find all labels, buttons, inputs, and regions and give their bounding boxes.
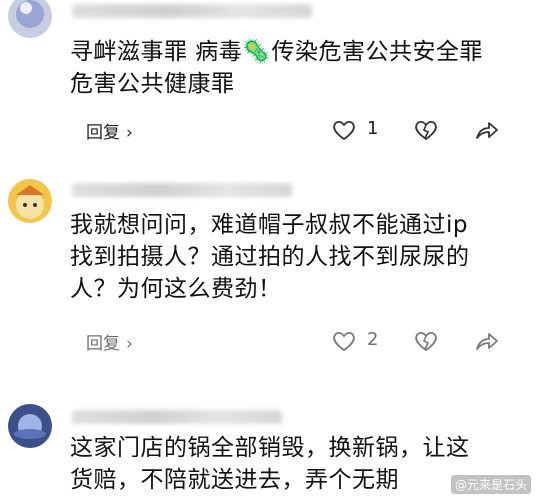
- avatar-image: [8, 404, 52, 448]
- like-heart-icon[interactable]: [330, 116, 358, 144]
- comment-text: 我就想问问，难道帽子叔叔不能通过ip 找到拍摄人？通过拍的人找不到尿尿的 人？为…: [70, 209, 525, 305]
- username-blurred: [72, 4, 312, 18]
- username-blurred: [72, 410, 282, 424]
- avatar-image: [8, 179, 52, 223]
- comment-line: 我就想问问，难道帽子叔叔不能通过ip: [70, 212, 468, 238]
- comment-line: 危害公共健康罪: [70, 71, 235, 97]
- reply-button[interactable]: 回复 ›: [86, 118, 133, 143]
- share-icon[interactable]: [472, 116, 500, 144]
- action-row: 回复 › 1: [70, 116, 510, 146]
- comment-text: 寻衅滋事罪 病毒🦠传染危害公共安全罪 危害公共健康罪: [70, 36, 525, 100]
- reply-label: 回复: [86, 123, 120, 143]
- like-count: 1: [367, 118, 379, 139]
- avatar[interactable]: [8, 404, 52, 448]
- chevron-right-icon: ›: [126, 123, 133, 143]
- comment-line: 这家门店的锅全部销毁，换新锅，让这: [70, 435, 470, 461]
- blur-overlay: [0, 318, 537, 362]
- comment-line: 找到拍摄人？通过拍的人找不到尿尿的: [70, 244, 470, 270]
- avatar[interactable]: [8, 179, 52, 223]
- broken-heart-icon[interactable]: [412, 116, 440, 144]
- username-blurred: [72, 183, 292, 197]
- comment-line: 人？为何这么费劲！: [70, 276, 282, 302]
- watermark: @元来是石头: [450, 475, 531, 494]
- avatar[interactable]: [8, 0, 52, 38]
- comment-1: 寻衅滋事罪 病毒🦠传染危害公共安全罪 危害公共健康罪 回复 › 1: [0, 0, 537, 165]
- avatar-image: [8, 0, 52, 38]
- comment-line: 寻衅滋事罪 病毒🦠传染危害公共安全罪: [70, 39, 483, 65]
